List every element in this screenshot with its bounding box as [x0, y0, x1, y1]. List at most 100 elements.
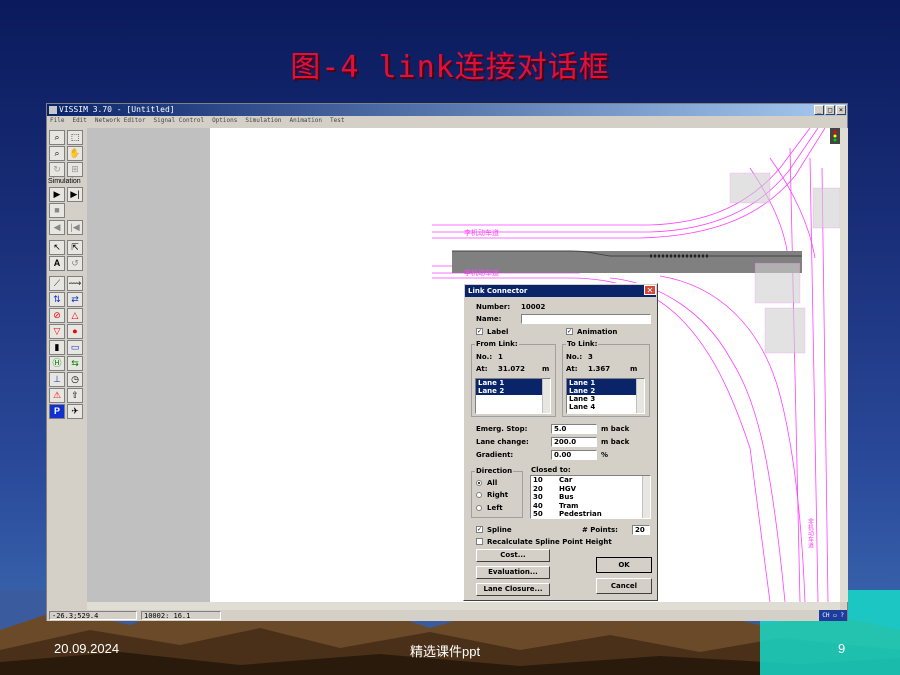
play-icon[interactable]: ▶ [49, 187, 65, 202]
timer-icon[interactable]: ◷ [67, 372, 83, 387]
select-icon[interactable]: ⬚ [67, 130, 83, 145]
recalc-checkbox-text: Recalculate Spline Point Height [487, 538, 612, 546]
to-lane-item[interactable]: Lane 2 [567, 387, 644, 395]
multi-select-icon[interactable]: ⇱ [67, 240, 83, 255]
pan-icon[interactable]: ✋ [67, 146, 83, 161]
spline-checkbox[interactable]: ✓ [476, 526, 483, 533]
transit-line-icon[interactable]: ⇆ [67, 356, 83, 371]
closed-to-row[interactable]: 40 Tram [531, 502, 650, 511]
from-lane-scrollbar[interactable] [542, 379, 550, 413]
slide-date: 20.09.2024 [54, 641, 120, 656]
connector-icon[interactable]: ⟿ [67, 276, 83, 291]
lane-change-field[interactable]: 200.0 [551, 437, 597, 447]
link-icon[interactable]: ⟋ [49, 276, 65, 291]
direction-left-radio[interactable] [476, 505, 482, 511]
evaluation-button[interactable]: Evaluation... [476, 566, 550, 579]
from-lane-item[interactable]: Lane 1 [476, 379, 550, 387]
hazard-icon[interactable]: ⚠ [49, 388, 65, 403]
pedestrian-icon[interactable]: ⇧ [67, 388, 83, 403]
link-connector-dialog: Link Connector ✕ Number: 10002 Name: ✓ L… [463, 283, 658, 601]
direction-right-radio[interactable] [476, 492, 482, 498]
closed-to-row[interactable]: 30 Bus [531, 493, 650, 502]
warning-icon[interactable]: △ [67, 308, 83, 323]
back-icon[interactable]: ◀ [49, 220, 65, 235]
zoom-out-icon[interactable]: ⌕ [49, 146, 65, 161]
menu-network-editor[interactable]: Network Editor [95, 116, 146, 126]
aircraft-icon[interactable]: ✈ [67, 404, 83, 419]
cost-button[interactable]: Cost... [476, 549, 550, 562]
from-lane-list[interactable]: Lane 1 Lane 2 [475, 378, 551, 414]
closed-to-list[interactable]: 10 Car 20 HGV 30 Bus 40 Tram 50 Pedestrian [530, 475, 651, 519]
text-icon[interactable]: A [49, 256, 65, 271]
menu-edit[interactable]: Edit [72, 116, 86, 126]
slide-footer: 精选课件ppt [410, 644, 481, 659]
keyboard-icon[interactable]: ▭ [833, 612, 837, 619]
maximize-button[interactable]: □ [825, 105, 835, 115]
menu-animation[interactable]: Animation [289, 116, 322, 126]
toolbar-simulation-label: Simulation [48, 178, 81, 185]
menu-file[interactable]: File [50, 116, 64, 126]
gradient-field[interactable]: 0.00 [551, 450, 597, 460]
routes-icon[interactable]: ⇅ [49, 292, 65, 307]
detector-icon[interactable]: ▭ [67, 340, 83, 355]
ime-indicator[interactable]: CH [822, 612, 829, 619]
emerg-stop-field[interactable]: 5.0 [551, 424, 597, 434]
fit-icon[interactable]: ⊞ [67, 162, 83, 177]
step-back-icon[interactable]: |◀ [67, 220, 83, 235]
menu-bar: File Edit Network Editor Signal Control … [47, 116, 847, 126]
window-titlebar[interactable]: VISSIM 3.70 - [Untitled] _ □ × [47, 104, 847, 116]
signal-icon[interactable]: ▮ [49, 340, 65, 355]
to-lane-item[interactable]: Lane 1 [567, 379, 644, 387]
stop-sign-icon[interactable]: ● [67, 324, 83, 339]
direction-right-label: Right [487, 491, 509, 499]
animation-checkbox[interactable]: ✓ [566, 328, 573, 335]
speed-icon[interactable]: ⊘ [49, 308, 65, 323]
recalc-checkbox[interactable] [476, 538, 483, 545]
from-lane-item[interactable]: Lane 2 [476, 387, 550, 395]
stop-icon[interactable]: ■ [49, 203, 65, 218]
menu-test[interactable]: Test [330, 116, 344, 126]
menu-simulation[interactable]: Simulation [245, 116, 281, 126]
direction-all-label: All [487, 479, 498, 487]
minimize-button[interactable]: _ [814, 105, 824, 115]
closed-to-scrollbar[interactable] [642, 476, 650, 518]
cancel-button[interactable]: Cancel [596, 578, 652, 594]
transit-stop-icon[interactable]: Ⓗ [49, 356, 65, 371]
parking-icon[interactable]: P [49, 404, 65, 419]
name-field[interactable] [521, 314, 651, 324]
refresh-icon[interactable]: ↺ [67, 256, 83, 271]
direction-all-radio[interactable] [476, 480, 482, 486]
to-lane-list[interactable]: Lane 1 Lane 2 Lane 3 Lane 4 [566, 378, 645, 414]
zoom-in-icon[interactable]: ⌕ [49, 130, 65, 145]
menu-options[interactable]: Options [212, 116, 237, 126]
closed-to-row[interactable]: 50 Pedestrian [531, 510, 650, 518]
measure-icon[interactable]: ⊥ [49, 372, 65, 387]
routing-icon[interactable]: ⇄ [67, 292, 83, 307]
ok-button[interactable]: OK [596, 557, 652, 573]
closed-to-row[interactable]: 10 Car [531, 476, 650, 485]
points-field[interactable]: 20 [632, 525, 650, 535]
to-lane-scrollbar[interactable] [636, 379, 644, 413]
number-label: Number: [476, 303, 511, 311]
lane-closure-button[interactable]: Lane Closure... [476, 583, 550, 596]
pointer-icon[interactable]: ↖ [49, 240, 65, 255]
dialog-close-button[interactable]: ✕ [644, 285, 656, 295]
status-link: 10002: 16.1 [141, 611, 221, 620]
close-button[interactable]: × [836, 105, 846, 115]
help-icon[interactable]: ? [840, 612, 844, 619]
to-lane-item[interactable]: Lane 4 [567, 403, 644, 411]
closed-to-row[interactable]: 20 HGV [531, 485, 650, 494]
horizontal-scrollbar[interactable] [87, 602, 840, 610]
to-lane-item[interactable]: Lane 3 [567, 395, 644, 403]
yield-icon[interactable]: ▽ [49, 324, 65, 339]
name-label: Name: [476, 315, 502, 323]
rotate-icon[interactable]: ↻ [49, 162, 65, 177]
dialog-titlebar[interactable]: Link Connector [465, 285, 656, 297]
step-icon[interactable]: ▶| [67, 187, 83, 202]
vertical-scrollbar[interactable] [840, 128, 848, 602]
direction-left-label: Left [487, 504, 503, 512]
from-at-value: 31.072 [498, 365, 526, 373]
label-checkbox[interactable]: ✓ [476, 328, 483, 335]
menu-signal-control[interactable]: Signal Control [153, 116, 204, 126]
closed-to-title: Closed to: [531, 466, 571, 474]
